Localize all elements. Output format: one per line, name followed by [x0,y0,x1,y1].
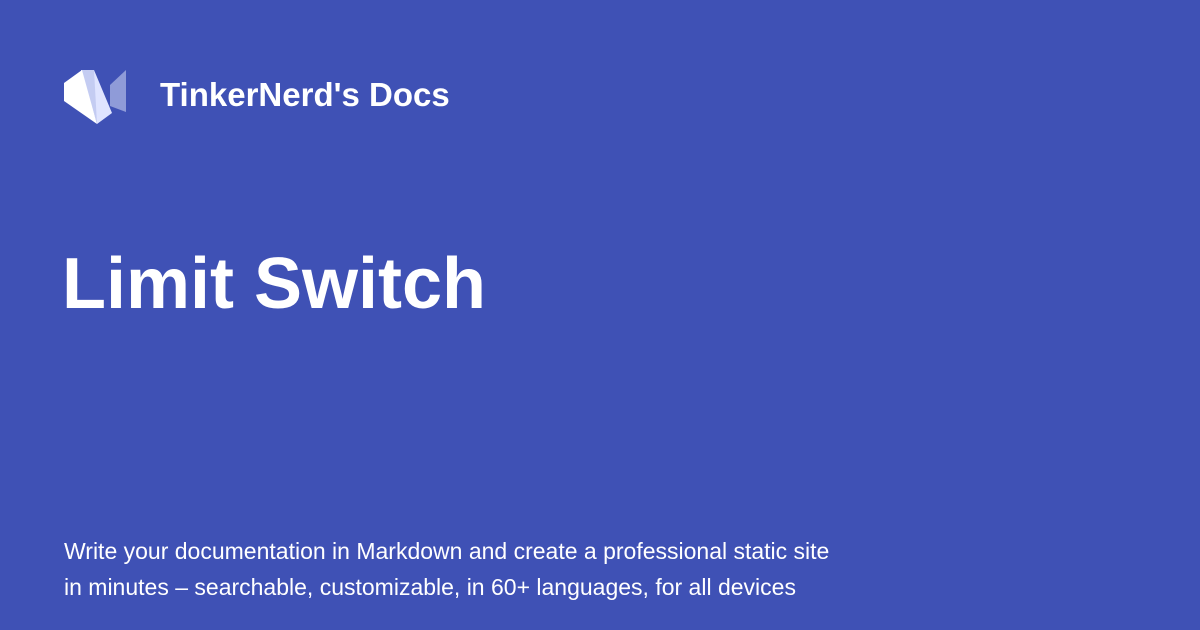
page-title: Limit Switch [62,244,487,325]
site-name: TinkerNerd's Docs [160,76,450,113]
description-line-1: Write your documentation in Markdown and… [64,538,830,564]
description-line-2: in minutes – searchable, customizable, i… [64,574,796,600]
social-preview-card: TinkerNerd's Docs Limit Switch Write you… [0,0,1200,630]
site-description: Write your documentation in Markdown and… [64,533,924,605]
material-logo-icon [64,70,128,124]
